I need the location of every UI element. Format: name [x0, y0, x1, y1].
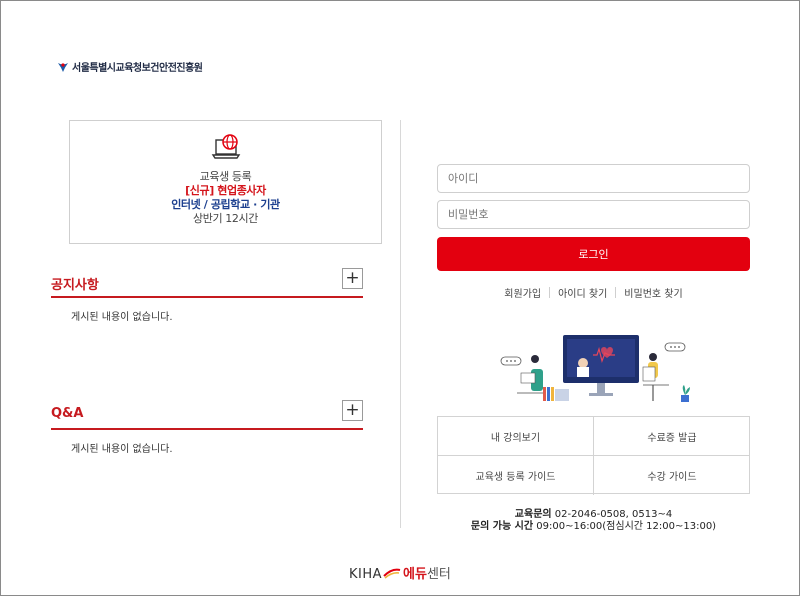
quick-menu: 내 강의보기 수료증 발급 교육생 등록 가이드 수강 가이드	[437, 416, 750, 495]
notice-title: 공지사항	[51, 278, 99, 293]
registration-banner[interactable]: 교육생 등록 [신규] 현업종사자 인터넷 / 공립학교 · 기관 상반기 12…	[69, 120, 382, 244]
column-divider	[400, 120, 401, 528]
edu-label: 에듀	[403, 567, 427, 582]
contact-hours: 문의 가능 시간 09:00~16:00(점심시간 12:00~13:00)	[437, 517, 750, 532]
notice-empty-text: 게시된 내용이 없습니다.	[71, 312, 173, 323]
notice-more-button[interactable]: +	[342, 268, 363, 289]
course-guide-button[interactable]: 수강 가이드	[594, 456, 750, 495]
signup-link[interactable]: 회원가입	[496, 285, 549, 300]
notice-board: 공지사항 + 게시된 내용이 없습니다.	[51, 268, 363, 348]
hours-label: 문의 가능 시간	[470, 521, 534, 532]
org-logo[interactable]: 서울특별시교육청보건안전진흥원	[57, 59, 203, 74]
qna-header: Q&A +	[51, 400, 363, 430]
id-input[interactable]	[437, 164, 750, 193]
hours-value: 09:00~16:00(점심시간 12:00~13:00)	[536, 521, 717, 532]
qna-more-button[interactable]: +	[342, 400, 363, 421]
registration-hours: 상반기 12시간	[193, 212, 258, 225]
kiha-brand: KIHA	[349, 567, 383, 582]
my-courses-button[interactable]: 내 강의보기	[438, 417, 594, 456]
find-id-link[interactable]: 아이디 찾기	[550, 285, 615, 300]
register-guide-button[interactable]: 교육생 등록 가이드	[438, 456, 594, 495]
account-links: 회원가입 아이디 찾기 비밀번호 찾기	[437, 285, 750, 300]
login-button[interactable]: 로그인	[437, 237, 750, 271]
org-name: 서울특별시교육청보건안전진흥원	[72, 63, 203, 74]
certificate-button[interactable]: 수료증 발급	[594, 417, 750, 456]
org-emblem-icon	[58, 62, 68, 72]
laptop-globe-icon	[211, 134, 241, 159]
find-password-link[interactable]: 비밀번호 찾기	[616, 285, 690, 300]
footer-logo[interactable]: KIHA 에듀 센터	[349, 563, 451, 582]
notice-header: 공지사항 +	[51, 268, 363, 298]
qna-title: Q&A	[51, 406, 84, 421]
qna-empty-text: 게시된 내용이 없습니다.	[71, 444, 173, 455]
center-label: 센터	[426, 567, 451, 582]
book-icon	[383, 568, 401, 579]
online-learning-illustration	[500, 335, 690, 402]
password-input[interactable]	[437, 200, 750, 229]
qna-board: Q&A + 게시된 내용이 없습니다.	[51, 400, 363, 480]
